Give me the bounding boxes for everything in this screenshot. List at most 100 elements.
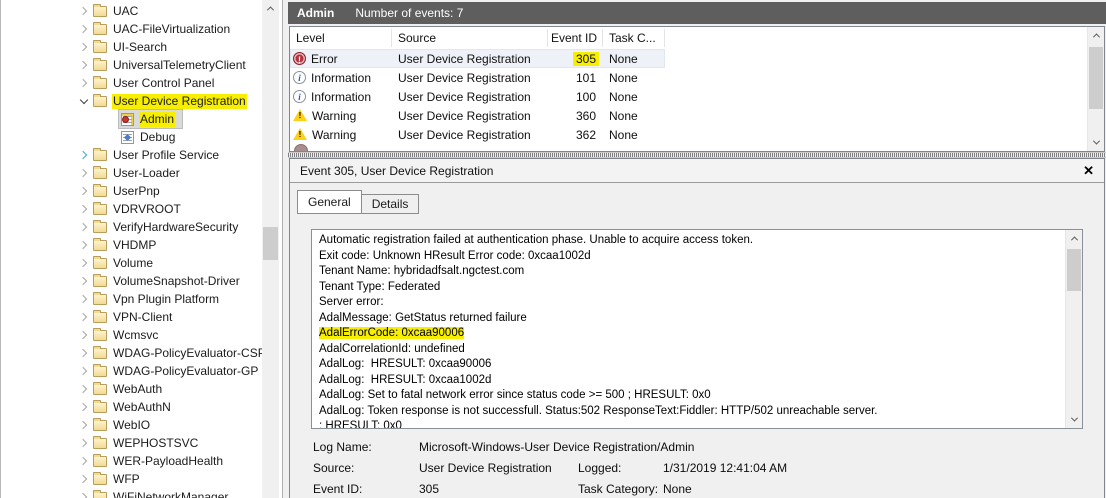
task-category-cell: None	[603, 52, 665, 66]
chevron-icon[interactable]	[79, 223, 87, 231]
folder-icon	[93, 78, 107, 89]
column-header[interactable]: Source	[392, 29, 548, 47]
event-row[interactable]: Information User Device Registration 100…	[290, 87, 665, 106]
tree-item[interactable]: User Control Panel	[1, 74, 259, 92]
tree-item[interactable]: WFP	[1, 470, 259, 488]
folder-icon	[93, 438, 107, 449]
tab-details[interactable]: Details	[362, 194, 420, 214]
tree-item-label: VHDMP	[112, 238, 157, 253]
tree-item[interactable]: User Device Registration	[1, 92, 259, 110]
log-tree-panel: UAC UAC-FileVirtualization UI-Search Uni…	[0, 0, 283, 498]
tree-item-label: Wcmsvc	[112, 328, 159, 343]
chevron-icon[interactable]	[79, 241, 87, 249]
chevron-icon[interactable]	[79, 61, 87, 69]
event-row[interactable]: Information User Device Registration 101…	[290, 68, 665, 87]
column-header[interactable]: Task C...	[603, 29, 665, 47]
tree-item[interactable]: Volume	[1, 254, 259, 272]
chevron-icon[interactable]	[79, 205, 87, 213]
chevron-icon[interactable]	[79, 151, 87, 159]
tree-scrollbar-thumb[interactable]	[263, 227, 278, 260]
chevron-icon[interactable]	[79, 331, 87, 339]
event-list-scrollbar[interactable]	[1087, 27, 1104, 151]
chevron-icon[interactable]	[79, 43, 87, 51]
tree-item[interactable]: WEPHOSTSVC	[1, 434, 259, 452]
description-scrollbar[interactable]	[1065, 230, 1082, 428]
tree-item[interactable]: VDRVROOT	[1, 200, 259, 218]
chevron-icon[interactable]	[79, 259, 87, 267]
tree-item[interactable]: WebIO	[1, 416, 259, 434]
level-text: Error	[311, 52, 338, 66]
tree-item[interactable]: VHDMP	[1, 236, 259, 254]
tree-item[interactable]: User-Loader	[1, 164, 259, 182]
scroll-up-icon[interactable]	[262, 0, 279, 17]
chevron-icon[interactable]	[79, 349, 87, 357]
column-header[interactable]: Level	[290, 29, 392, 47]
chevron-icon[interactable]	[79, 7, 87, 15]
tree-item-label: WER-PayloadHealth	[112, 454, 224, 469]
scroll-up-icon[interactable]	[1088, 27, 1104, 44]
tree-item[interactable]: Admin	[1, 110, 259, 128]
description-line: AdalLog: Set to fatal network error sinc…	[319, 388, 1064, 404]
event-row[interactable]: Warning User Device Registration 362 Non…	[290, 125, 665, 144]
chevron-icon[interactable]	[79, 295, 87, 303]
chevron-icon[interactable]	[79, 421, 87, 429]
scroll-down-icon[interactable]	[1088, 134, 1104, 151]
event-description-box: Automatic registration failed at authent…	[311, 229, 1083, 429]
tree-scrollbar[interactable]	[262, 0, 279, 498]
scroll-down-icon[interactable]	[1066, 411, 1082, 428]
description-line: Tenant Name: hybridadfsalt.ngctest.com	[319, 264, 1064, 280]
tab-general[interactable]: General	[297, 190, 362, 214]
tree-item[interactable]: User Profile Service	[1, 146, 259, 164]
warning-icon	[293, 109, 307, 121]
tree-item[interactable]: WiFiNetworkManager	[1, 488, 259, 498]
chevron-icon[interactable]	[79, 79, 87, 87]
source-value: User Device Registration	[419, 461, 552, 475]
description-scrollbar-thumb[interactable]	[1067, 249, 1081, 291]
tree-item[interactable]: UI-Search	[1, 38, 259, 56]
chevron-icon[interactable]	[79, 25, 87, 33]
tree-item[interactable]: UAC-FileVirtualization	[1, 20, 259, 38]
tree-item[interactable]: WebAuthN	[1, 398, 259, 416]
tree-item[interactable]: UniversalTelemetryClient	[1, 56, 259, 74]
tree-item[interactable]: WDAG-PolicyEvaluator-GP	[1, 362, 259, 380]
tree-item[interactable]: Debug	[1, 128, 259, 146]
tree-item-label: Admin	[139, 112, 175, 127]
scroll-up-icon[interactable]	[1066, 230, 1082, 247]
chevron-icon[interactable]	[79, 187, 87, 195]
chevron-icon[interactable]	[79, 277, 87, 285]
column-header[interactable]: Event ID	[548, 29, 603, 47]
event-row[interactable]: Warning User Device Registration 360 Non…	[290, 106, 665, 125]
tree-item-label: WebAuthN	[112, 400, 172, 415]
tree-item[interactable]: WDAG-PolicyEvaluator-CSP	[1, 344, 259, 362]
tree-item[interactable]: WER-PayloadHealth	[1, 452, 259, 470]
event-id-cell: 101	[573, 71, 599, 85]
chevron-icon[interactable]	[79, 457, 87, 465]
tree-item-label: UserPnp	[112, 184, 161, 199]
tree-item-label: VPN-Client	[112, 310, 173, 325]
tree-item[interactable]: VerifyHardwareSecurity	[1, 218, 259, 236]
tree-item[interactable]: Vpn Plugin Platform	[1, 290, 259, 308]
chevron-icon[interactable]	[80, 96, 88, 104]
event-row[interactable]: Error User Device Registration 305 None	[290, 49, 665, 68]
tree-item-label: WFP	[112, 472, 141, 487]
source-cell: User Device Registration	[392, 109, 548, 123]
chevron-icon[interactable]	[79, 493, 87, 498]
chevron-icon[interactable]	[79, 403, 87, 411]
chevron-icon[interactable]	[79, 169, 87, 177]
tree-item[interactable]: UserPnp	[1, 182, 259, 200]
tree-item[interactable]: WebAuth	[1, 380, 259, 398]
chevron-icon[interactable]	[79, 385, 87, 393]
tree-item[interactable]: VolumeSnapshot-Driver	[1, 272, 259, 290]
chevron-icon[interactable]	[79, 367, 87, 375]
folder-icon	[93, 330, 107, 341]
event-description-text: Automatic registration failed at authent…	[312, 233, 1064, 429]
event-id-cell: 360	[573, 109, 599, 123]
tree-item[interactable]: VPN-Client	[1, 308, 259, 326]
tree-item[interactable]: Wcmsvc	[1, 326, 259, 344]
close-icon[interactable]: ✕	[1083, 164, 1094, 177]
chevron-icon[interactable]	[79, 475, 87, 483]
chevron-icon[interactable]	[79, 313, 87, 321]
tree-item[interactable]: UAC	[1, 2, 259, 20]
chevron-icon[interactable]	[79, 439, 87, 447]
event-list-scrollbar-thumb[interactable]	[1089, 47, 1103, 109]
